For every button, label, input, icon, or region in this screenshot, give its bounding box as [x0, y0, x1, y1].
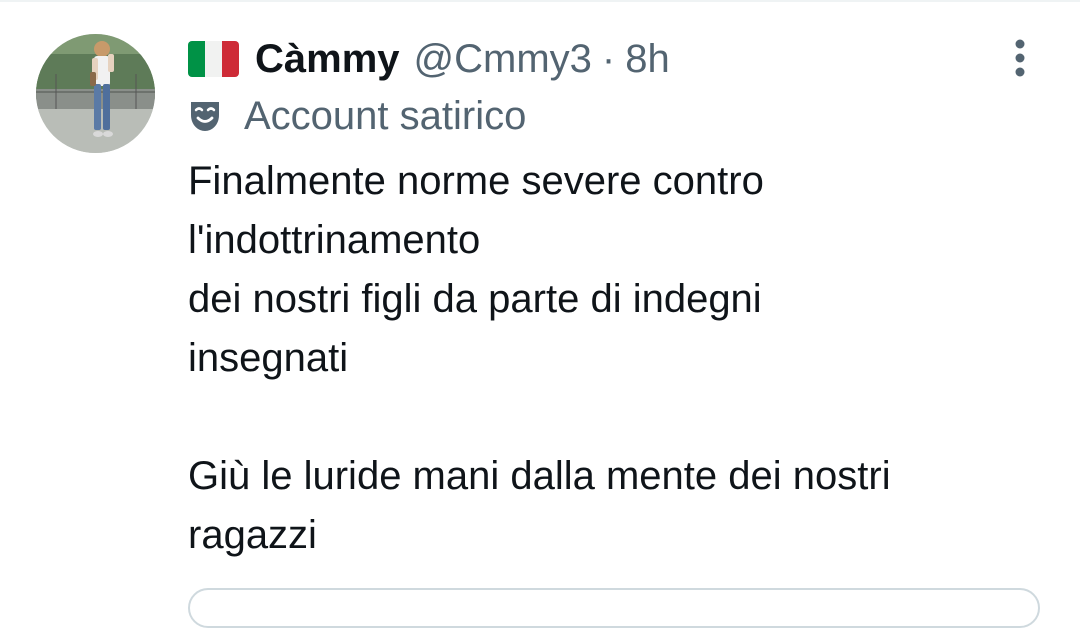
theater-mask-icon: [191, 102, 219, 131]
tweet-text-line: ragazzi: [188, 513, 317, 557]
avatar-photo: [36, 34, 155, 153]
timestamp[interactable]: 8h: [625, 37, 670, 82]
tweet-text-line: insegnati: [188, 336, 349, 380]
more-options-button[interactable]: [1004, 36, 1036, 80]
vertical-dots-icon: [1015, 39, 1025, 77]
tweet: Càmmy @Cmmy3 · 8h Account satirico Final…: [0, 0, 1080, 628]
label-text: Account satirico: [244, 93, 527, 138]
avatar[interactable]: [36, 34, 155, 153]
attached-card[interactable]: [188, 588, 1040, 628]
tweet-text-line: Giù le luride mani dalla mente dei nostr…: [188, 454, 891, 498]
display-name[interactable]: Càmmy: [255, 37, 400, 82]
tweet-text-line: dei nostri figli da parte di indegni: [188, 277, 762, 321]
tweet-text-line: Finalmente norme severe contro: [188, 159, 764, 203]
header-separator: ·: [601, 36, 616, 81]
tweet-header: Càmmy @Cmmy3 · 8h: [188, 34, 670, 84]
italy-flag-icon: [188, 41, 239, 77]
tweet-text-line: l'indottrinamento: [188, 218, 481, 262]
tweet-text: Finalmente norme severe contro l'indottr…: [188, 152, 1048, 565]
user-handle[interactable]: @Cmmy3: [414, 37, 592, 82]
automated-label: Account satirico: [188, 93, 526, 139]
